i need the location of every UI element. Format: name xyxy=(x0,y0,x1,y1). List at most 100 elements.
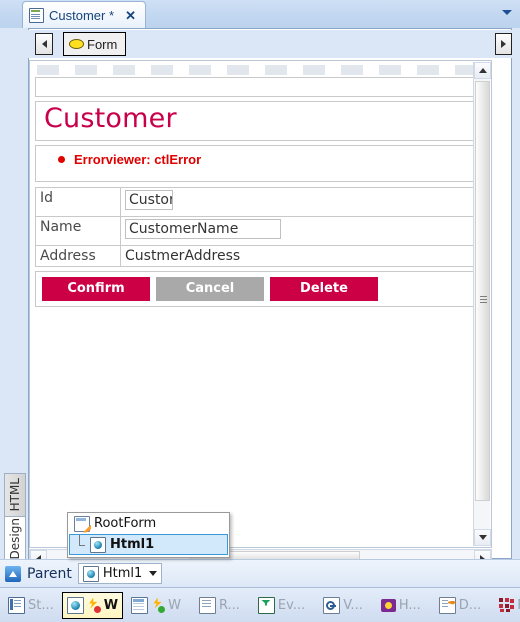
taskbar-item-label: W xyxy=(168,597,181,613)
chevron-down-icon[interactable] xyxy=(500,8,514,18)
table-row: Address CustmerAddress xyxy=(35,244,478,267)
taskbar-item-v[interactable]: V... xyxy=(319,592,367,619)
design-surface[interactable]: Customer Errorviewer: ctlError Id Custor xyxy=(29,60,492,548)
book-icon xyxy=(380,598,396,612)
combobox-value: Html1 xyxy=(102,566,143,581)
field-label-address: Address xyxy=(35,244,121,267)
delete-button[interactable]: Delete xyxy=(270,276,378,301)
parent-button-label[interactable]: Parent xyxy=(27,566,72,582)
arrow-right-glyph xyxy=(501,40,506,48)
tab-html[interactable]: HTML xyxy=(4,473,26,517)
triangle-up-icon[interactable] xyxy=(474,62,491,79)
funnel-icon xyxy=(257,596,275,614)
pen-doc-icon xyxy=(438,596,456,614)
ghost-toolbar-row xyxy=(37,65,478,75)
table-row: Id Custor xyxy=(35,186,478,217)
taskbar-item-ev[interactable]: Ev... xyxy=(254,592,309,619)
blank-region xyxy=(35,77,478,97)
close-icon[interactable]: ✕ xyxy=(122,9,139,22)
bullet-icon xyxy=(58,155,65,163)
taskbar-item-label: R... xyxy=(218,597,240,613)
taskbar-item-label: W xyxy=(103,597,119,613)
tab-design-label: Design xyxy=(8,517,22,560)
field-cell-id: Custor xyxy=(120,186,478,217)
taskbar-item-h[interactable]: H... xyxy=(377,592,425,619)
parent-toolbar: Parent Html1 xyxy=(0,559,520,587)
tree-item-label: RootForm xyxy=(94,516,157,531)
page-title: Customer xyxy=(44,103,177,134)
taskbar-item-label: H... xyxy=(398,597,421,613)
html-control-glyph xyxy=(70,600,80,610)
ellipse-icon xyxy=(69,39,84,49)
table-row: Name CustomerName xyxy=(35,215,478,246)
id-input[interactable]: Custor xyxy=(125,189,173,210)
taskbar-item-r[interactable]: R... xyxy=(195,592,244,619)
error-text: Errorviewer: ctlError xyxy=(74,151,202,167)
design-page: Customer Errorviewer: ctlError Id Custor xyxy=(30,61,483,311)
field-label-name: Name xyxy=(35,215,121,246)
key-icon xyxy=(323,596,341,614)
breadcrumb-item-form[interactable]: Form xyxy=(63,32,127,56)
taskbar-item-w-active[interactable]: W xyxy=(61,591,124,619)
ide-window: Customer * ✕ Form Customer Errorviewer: … xyxy=(0,0,520,622)
form-edit-icon xyxy=(74,515,90,532)
triangle-down-icon[interactable] xyxy=(474,529,491,546)
arrow-left-icon[interactable] xyxy=(35,33,53,55)
taskbar-item-p[interactable]: P... xyxy=(495,592,520,619)
name-input[interactable]: CustomerName xyxy=(125,218,281,239)
editor-frame: Form Customer Errorviewer: ctlError Id C… xyxy=(0,28,520,567)
tab-html-label: HTML xyxy=(8,478,22,512)
scrollbar-grip xyxy=(480,296,487,303)
arrow-up-icon[interactable] xyxy=(5,565,21,582)
arrow-left-glyph xyxy=(41,40,47,48)
bolt-red-icon xyxy=(87,598,101,613)
document-tab-strip: Customer * ✕ xyxy=(0,0,520,28)
taskbar-item-label: Ev... xyxy=(277,597,306,613)
bolt-green-icon xyxy=(151,598,166,613)
page-icon xyxy=(198,596,216,614)
confirm-button[interactable]: Confirm xyxy=(42,276,150,301)
element-selector-combobox[interactable]: Html1 xyxy=(77,563,163,584)
arrow-right-icon[interactable] xyxy=(495,33,512,55)
tab-label: Customer * xyxy=(49,7,115,23)
tree-item-rootform[interactable]: RootForm xyxy=(68,513,229,534)
html-control-glyph xyxy=(86,569,95,578)
error-viewer-region: Errorviewer: ctlError xyxy=(35,144,478,182)
chevron-down-glyph xyxy=(502,10,512,15)
grid-blocks-icon xyxy=(499,598,515,612)
address-textarea[interactable]: CustmerAddress xyxy=(120,244,478,267)
view-tab-strip: HTML Design xyxy=(0,473,28,561)
document-icon xyxy=(8,596,25,614)
cancel-button[interactable]: Cancel xyxy=(156,276,264,301)
tree-item-html1[interactable]: Html1 xyxy=(69,534,228,555)
chevron-down-icon[interactable] xyxy=(149,571,158,576)
html-control-icon xyxy=(90,536,106,553)
breadcrumb-item-label: Form xyxy=(87,36,118,52)
taskbar-item-label: D... xyxy=(458,597,482,613)
button-region: Confirm Cancel Delete xyxy=(35,270,478,307)
tab-design[interactable]: Design xyxy=(4,517,26,561)
taskbar-item-label: St... xyxy=(28,597,54,613)
button-row: Confirm Cancel Delete xyxy=(42,276,471,301)
taskbar-item-w[interactable]: W xyxy=(127,592,185,619)
field-cell-name: CustomerName xyxy=(120,215,478,246)
taskbar: St... W W R... Ev... V... H... D... xyxy=(0,587,520,622)
form-title-region: Customer xyxy=(35,101,478,141)
grid-icon xyxy=(29,7,44,23)
vertical-scrollbar[interactable] xyxy=(473,62,491,546)
triangle-down-glyph xyxy=(478,535,487,540)
vertical-scrollbar-thumb[interactable] xyxy=(475,81,490,501)
arrow-up-glyph xyxy=(9,570,17,577)
error-line: Errorviewer: ctlError xyxy=(44,152,469,167)
taskbar-item-st[interactable]: St... xyxy=(4,592,58,619)
tree-elbow-icon xyxy=(76,534,86,552)
element-tree-popup[interactable]: RootForm Html1 xyxy=(67,512,230,558)
tree-item-label: Html1 xyxy=(110,537,155,552)
html-control-glyph xyxy=(94,540,102,549)
breadcrumb: Form xyxy=(28,30,512,58)
tab-customer[interactable]: Customer * ✕ xyxy=(22,1,146,28)
window-icon xyxy=(131,596,149,614)
field-label-id: Id xyxy=(35,186,121,217)
taskbar-item-d[interactable]: D... xyxy=(435,592,485,619)
field-table: Id Custor Name CustomerName Address Cust xyxy=(35,186,478,267)
